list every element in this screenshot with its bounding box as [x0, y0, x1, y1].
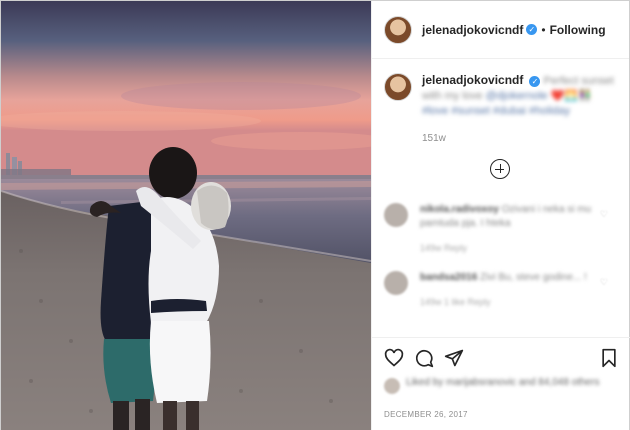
post-date[interactable]: DECEMBER 26, 2017 — [384, 410, 468, 419]
post-time-ago[interactable]: 151w — [422, 131, 617, 146]
share-icon[interactable] — [444, 348, 464, 368]
comment-like-heart-icon[interactable]: ♡ — [600, 277, 608, 288]
liker-avatar — [384, 378, 400, 394]
commenter-avatar[interactable] — [384, 271, 408, 295]
comment-text: Zivi Bu, steve godine... ! — [480, 272, 587, 283]
commenter-username[interactable]: bandsa2016 — [420, 272, 477, 283]
comment-body: nikola.radivoxoy Ozivani i neka si mu pa… — [420, 203, 600, 255]
post-header: jelenadjokovicndf ✓ • Following — [372, 1, 629, 59]
comment-meta[interactable]: 149w 1 like Reply — [420, 295, 600, 309]
post-caption: jelenadjokovicndf ✓ Perfect sunset with … — [372, 59, 629, 146]
caption-mention-link[interactable]: @djokernole — [486, 90, 548, 102]
author-avatar[interactable] — [384, 15, 412, 44]
post-photo[interactable] — [1, 1, 371, 430]
post-actions-bar: Liked by marijabsranovic and 84,048 othe… — [372, 337, 630, 430]
caption-verified-badge-icon: ✓ — [529, 75, 541, 87]
comment-body: bandsa2016 Zivi Bu, steve godine... ! 14… — [420, 271, 600, 309]
caption-hashtags[interactable]: #love #sunset #dubai #holiday — [422, 105, 570, 117]
likes-text: Liked by marijabsranovic and 84,048 othe… — [406, 377, 600, 388]
comment-meta[interactable]: 149w Reply — [420, 241, 600, 255]
comment-like-heart-icon[interactable]: ♡ — [600, 209, 608, 220]
commenter-username[interactable]: nikola.radivoxoy — [420, 204, 499, 215]
comment-icon[interactable] — [414, 348, 434, 368]
instagram-post-frame: jelenadjokovicndf ✓ • Following jelenadj… — [0, 0, 630, 430]
caption-avatar[interactable] — [384, 73, 412, 101]
likes-summary[interactable]: Liked by marijabsranovic and 84,048 othe… — [384, 376, 599, 394]
bookmark-icon[interactable] — [600, 348, 618, 368]
sunset-beach-photo — [1, 1, 371, 430]
load-more-comments-plus-circle-icon[interactable] — [490, 159, 510, 179]
post-side-panel: jelenadjokovicndf ✓ • Following jelenadj… — [371, 1, 630, 430]
author-username[interactable]: jelenadjokovicndf — [422, 23, 523, 37]
caption-body: jelenadjokovicndf ✓ Perfect sunset with … — [422, 73, 617, 146]
verified-badge-icon: ✓ — [526, 24, 538, 35]
comment-item: bandsa2016 Zivi Bu, steve godine... ! 14… — [384, 271, 620, 309]
caption-username[interactable]: jelenadjokovicndf — [422, 73, 523, 87]
caption-emoji: ❤️🌅👫 — [550, 90, 592, 102]
comment-item: nikola.radivoxoy Ozivani i neka si mu pa… — [384, 203, 620, 255]
separator-dot: • — [541, 22, 546, 37]
heart-icon[interactable] — [384, 348, 404, 368]
following-button[interactable]: Following — [550, 23, 606, 37]
commenter-avatar[interactable] — [384, 203, 408, 227]
